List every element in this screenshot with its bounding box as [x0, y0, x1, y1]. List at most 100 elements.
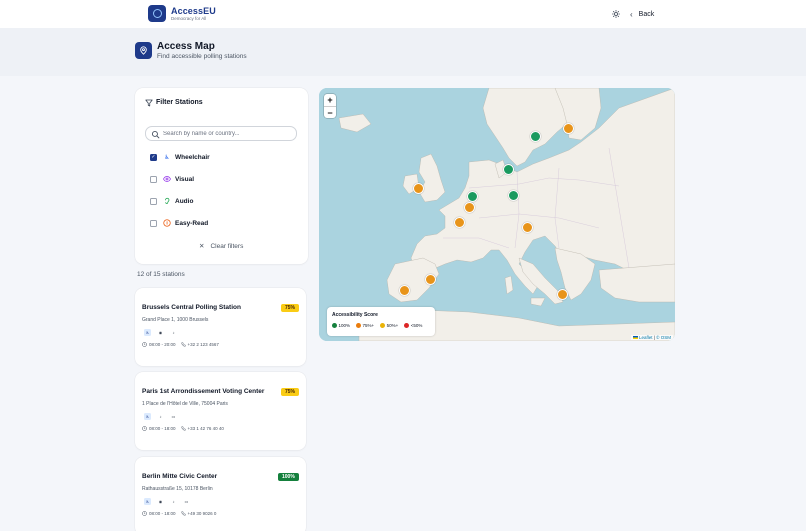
- audio-label: Audio: [175, 197, 194, 205]
- feature-icons: ♿ ◉ ♪ ▭: [144, 498, 190, 505]
- station-card[interactable]: Brussels Central Polling Station 75% Gra…: [135, 288, 306, 366]
- map-marker[interactable]: [413, 183, 424, 194]
- zoom-out-button[interactable]: −: [324, 106, 336, 118]
- legend-item: 50%+: [380, 323, 398, 328]
- filter-option-wheelchair[interactable]: ✓ ♿ Wheelchair: [150, 152, 210, 162]
- book-icon: ▭: [183, 498, 190, 505]
- map-marker[interactable]: [557, 289, 568, 300]
- legend-item: 75%+: [356, 323, 374, 328]
- ear-icon: ♪: [157, 413, 164, 420]
- score-badge: 100%: [278, 473, 299, 481]
- station-hours: 08:00 - 20:00: [149, 342, 176, 347]
- map-marker[interactable]: [464, 202, 475, 213]
- station-address: 1 Place de l'Hôtel de Ville, 75004 Paris: [142, 401, 228, 407]
- map-marker[interactable]: [399, 285, 410, 296]
- score-badge: 75%: [281, 304, 300, 312]
- eye-icon: ◉: [157, 329, 164, 336]
- brand-name[interactable]: AccessEU: [171, 6, 216, 16]
- wheelchair-checkbox[interactable]: ✓: [150, 153, 157, 161]
- hero-section: [0, 28, 806, 76]
- map-marker[interactable]: [563, 123, 574, 134]
- search-input[interactable]: [163, 128, 293, 140]
- station-card[interactable]: Paris 1st Arrondissement Voting Center 7…: [135, 372, 306, 450]
- station-card[interactable]: Berlin Mitte Civic Center 100% Rathausst…: [135, 457, 306, 531]
- ear-icon: ♪: [170, 329, 177, 336]
- station-phone: +49 30 9026 0: [187, 511, 217, 516]
- zoom-in-button[interactable]: +: [324, 94, 336, 106]
- wheelchair-icon: ♿: [144, 498, 151, 505]
- phone-icon: [180, 342, 186, 347]
- ukraine-flag-icon: [632, 336, 638, 339]
- filter-option-easy-read[interactable]: i Easy-Read: [150, 218, 208, 228]
- clock-icon: [142, 342, 147, 347]
- station-hours: 08:00 - 18:00: [149, 426, 176, 431]
- filter-option-visual[interactable]: Visual: [150, 174, 194, 184]
- map-attribution: Leaflet | © OSM: [630, 335, 673, 340]
- station-meta: 08:00 - 18:00 +33 1 42 76 40 40: [142, 426, 224, 431]
- sun-icon: [612, 10, 620, 18]
- svg-text:i: i: [166, 221, 168, 226]
- wheelchair-icon: ♿: [144, 413, 151, 420]
- easy-read-label: Easy-Read: [175, 219, 209, 227]
- clock-icon: [142, 511, 147, 516]
- ear-icon: ♪: [170, 498, 177, 505]
- wheelchair-icon: ♿: [164, 154, 170, 161]
- eye-icon: [162, 174, 172, 184]
- legend-item: <50%: [404, 323, 422, 328]
- clock-icon: [142, 426, 147, 431]
- zoom-control: + −: [324, 94, 336, 118]
- station-meta: 08:00 - 20:00 +32 2 123 4567: [142, 342, 219, 347]
- map-tiles[interactable]: [319, 88, 675, 341]
- logo-icon[interactable]: [148, 5, 166, 22]
- osm-link[interactable]: © OSM: [656, 335, 671, 340]
- brand-tagline: Democracy for All: [171, 16, 207, 21]
- visual-checkbox[interactable]: [150, 175, 157, 183]
- theme-toggle-button[interactable]: [609, 8, 623, 20]
- filter-icon: [145, 99, 153, 107]
- result-count: 12 of 15 stations: [137, 271, 185, 278]
- top-bar: AccessEU Democracy for All ‹ Back: [0, 0, 806, 28]
- score-badge: 75%: [281, 388, 300, 396]
- map-legend: Accessibility Score 100% 75%+ 50%+ <50%: [327, 307, 435, 336]
- easy-read-checkbox[interactable]: [150, 219, 157, 227]
- map-marker[interactable]: [467, 191, 478, 202]
- legend-item: 100%: [332, 323, 350, 328]
- station-phone: +32 2 123 4567: [187, 342, 219, 347]
- eye-icon: ◉: [157, 498, 164, 505]
- book-icon: ▭: [170, 413, 177, 420]
- station-meta: 08:00 - 18:00 +49 30 9026 0: [142, 511, 216, 516]
- book-icon: i: [162, 218, 172, 228]
- wheelchair-icon: ♿: [144, 329, 151, 336]
- phone-icon: [180, 511, 186, 516]
- map-marker[interactable]: [530, 131, 541, 142]
- phone-icon: [180, 426, 186, 431]
- map-marker[interactable]: [454, 217, 465, 228]
- map-marker[interactable]: [508, 190, 519, 201]
- map-marker[interactable]: [522, 222, 533, 233]
- station-address: Grand Place 1, 1000 Brussels: [142, 317, 209, 323]
- chevron-left-icon: ‹: [630, 9, 633, 19]
- filter-option-audio[interactable]: Audio: [150, 196, 193, 206]
- station-name: Brussels Central Polling Station: [142, 304, 241, 311]
- close-icon: ✕: [199, 243, 205, 250]
- search-icon: [151, 130, 160, 139]
- ear-icon: [162, 196, 172, 206]
- map-marker[interactable]: [503, 164, 514, 175]
- clear-filters-button[interactable]: ✕ Clear filters: [199, 242, 243, 251]
- leaflet-link[interactable]: Leaflet: [639, 335, 653, 340]
- station-address: Rathausstraße 15, 10178 Berlin: [142, 486, 213, 492]
- station-name: Paris 1st Arrondissement Voting Center: [142, 388, 265, 395]
- station-hours: 08:00 - 18:00: [149, 511, 176, 516]
- search-box[interactable]: [145, 126, 297, 141]
- map-marker[interactable]: [425, 274, 436, 285]
- audio-checkbox[interactable]: [150, 197, 157, 205]
- filter-title: Filter Stations: [156, 99, 203, 106]
- station-phone: +33 1 42 76 40 40: [187, 426, 224, 431]
- station-name: Berlin Mitte Civic Center: [142, 473, 218, 480]
- map-pin-icon: [135, 42, 152, 59]
- page-subtitle: Find accessible polling stations: [157, 53, 247, 60]
- map-view[interactable]: + − Accessibility Score 100% 75%+ 50%+ <…: [319, 88, 675, 341]
- feature-icons: ♿ ♪ ▭: [144, 413, 177, 420]
- back-button[interactable]: ‹ Back: [630, 7, 654, 21]
- feature-icons: ♿ ◉ ♪: [144, 329, 177, 336]
